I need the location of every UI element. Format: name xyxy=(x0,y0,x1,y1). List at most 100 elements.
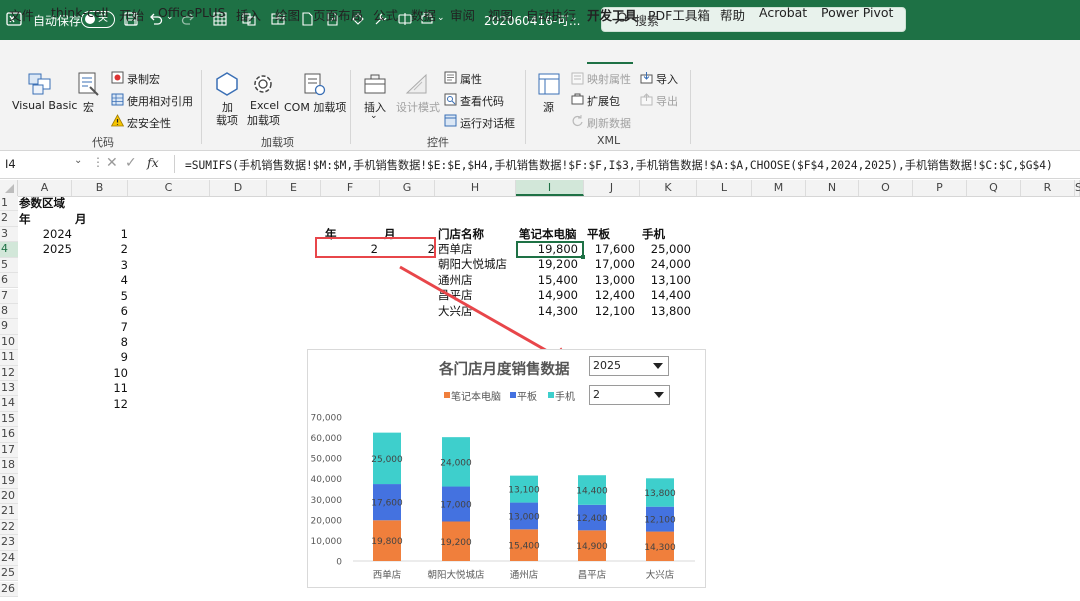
sales-value-cell[interactable]: 24,000 xyxy=(631,257,691,272)
param-month-cell[interactable]: 8 xyxy=(74,335,128,350)
menu-formulas[interactable]: 公式 xyxy=(373,5,398,24)
menu-help[interactable]: 帮助 xyxy=(720,5,745,24)
row-header-13[interactable]: 13 xyxy=(0,381,18,397)
addins-icon[interactable] xyxy=(214,71,240,97)
param-month-cell[interactable]: 5 xyxy=(74,289,128,304)
insert-function-icon[interactable]: fx xyxy=(147,155,159,170)
import-button[interactable]: 导入 xyxy=(656,71,678,87)
excel-addins-button-line2[interactable]: 加载项 xyxy=(247,112,280,128)
menu-developer[interactable]: 开发工具 xyxy=(587,5,637,24)
com-addins-button[interactable]: COM 加载项 xyxy=(284,99,346,115)
menu-home[interactable]: 开始 xyxy=(119,5,144,24)
row-header-5[interactable]: 5 xyxy=(0,257,18,274)
select-all-corner[interactable] xyxy=(0,180,18,196)
column-header-A[interactable]: A xyxy=(18,180,72,196)
column-header-N[interactable]: N xyxy=(806,180,859,196)
excel-addins-button-line1[interactable]: Excel xyxy=(250,99,279,112)
row-header-11[interactable]: 11 xyxy=(0,350,18,366)
row-header-7[interactable]: 7 xyxy=(0,288,18,304)
column-header-O[interactable]: O xyxy=(859,180,913,196)
menu-power-pivot[interactable]: Power Pivot xyxy=(821,5,893,20)
toolbox-icon[interactable] xyxy=(362,72,388,96)
insert-dropdown-icon[interactable]: ⌄ xyxy=(370,111,378,121)
menu-automate[interactable]: 自动执行 xyxy=(526,5,576,24)
menu-review[interactable]: 审阅 xyxy=(450,5,475,24)
param-month-cell[interactable]: 11 xyxy=(74,381,128,396)
column-header-L[interactable]: L xyxy=(697,180,752,196)
column-header-C[interactable]: C xyxy=(128,180,210,196)
param-month-cell[interactable]: 4 xyxy=(74,273,128,288)
record-macro-icon[interactable] xyxy=(111,71,124,84)
param-year-cell[interactable]: 2024 xyxy=(20,227,72,242)
store-name-cell[interactable]: 西单店 xyxy=(438,242,473,257)
param-month-cell[interactable]: 3 xyxy=(74,258,128,273)
column-header-B[interactable]: B xyxy=(72,180,128,196)
menu-file[interactable]: 文件 xyxy=(9,5,34,24)
param-month-cell[interactable]: 7 xyxy=(74,320,128,335)
run-dialog-button[interactable]: 运行对话框 xyxy=(460,115,515,131)
import-icon[interactable] xyxy=(640,71,653,84)
menu-view[interactable]: 视图 xyxy=(488,5,513,24)
gear-icon[interactable] xyxy=(250,71,276,97)
macros-button[interactable]: 宏 xyxy=(83,99,94,115)
month-dropdown[interactable]: 2 xyxy=(589,385,670,405)
row-header-12[interactable]: 12 xyxy=(0,365,18,381)
param-month-cell[interactable]: 9 xyxy=(74,350,128,365)
param-year-cell[interactable]: 2025 xyxy=(20,242,72,257)
expansion-packs-button[interactable]: 扩展包 xyxy=(587,93,620,109)
record-macro-button[interactable]: 录制宏 xyxy=(127,71,160,87)
column-header-M[interactable]: M xyxy=(752,180,806,196)
column-header-D[interactable]: D xyxy=(210,180,267,196)
row-header-21[interactable]: 21 xyxy=(0,504,18,520)
column-header-G[interactable]: G xyxy=(380,180,435,196)
param-month-cell[interactable]: 10 xyxy=(74,366,128,381)
row-header-23[interactable]: 23 xyxy=(0,535,18,551)
column-header-S[interactable]: S xyxy=(1075,180,1080,196)
param-month-cell[interactable]: 2 xyxy=(74,242,128,257)
menu-insert[interactable]: 插入 xyxy=(236,5,261,24)
column-header-F[interactable]: F xyxy=(321,180,380,196)
row-header-2[interactable]: 2 xyxy=(0,211,18,227)
run-dialog-icon[interactable] xyxy=(444,114,457,127)
macros-icon[interactable] xyxy=(76,70,102,98)
row-header-1[interactable]: 1 xyxy=(0,196,18,212)
column-header-Q[interactable]: Q xyxy=(967,180,1021,196)
year-dropdown[interactable]: 2025 xyxy=(589,356,669,376)
visual-basic-icon[interactable] xyxy=(25,70,55,98)
formula-bar-menu-icon[interactable]: ⋮ xyxy=(92,155,104,169)
view-code-button[interactable]: 查看代码 xyxy=(460,93,504,109)
menu-page-layout[interactable]: 页面布局 xyxy=(313,5,363,24)
relative-reference-button[interactable]: 使用相对引用 xyxy=(127,93,193,109)
active-cell-border[interactable] xyxy=(516,241,584,258)
name-box-dropdown-icon[interactable]: ⌄ xyxy=(74,155,82,166)
column-header-J[interactable]: J xyxy=(584,180,640,196)
param-month-cell[interactable]: 12 xyxy=(74,397,128,412)
row-header-25[interactable]: 25 xyxy=(0,566,18,582)
row-header-19[interactable]: 19 xyxy=(0,473,18,489)
formula-input[interactable]: =SUMIFS(手机销售数据!$M:$M,手机销售数据!$E:$E,$H4,手机… xyxy=(185,157,1053,173)
menu-data[interactable]: 数据 xyxy=(411,5,436,24)
fill-handle[interactable] xyxy=(581,255,585,259)
row-header-22[interactable]: 22 xyxy=(0,519,18,536)
addins-button-line2[interactable]: 载项 xyxy=(216,112,238,128)
column-header-P[interactable]: P xyxy=(913,180,967,196)
row-header-24[interactable]: 24 xyxy=(0,550,18,567)
column-header-R[interactable]: R xyxy=(1021,180,1075,196)
xml-source-icon[interactable] xyxy=(537,71,561,97)
warning-icon[interactable] xyxy=(110,114,125,127)
column-header-K[interactable]: K xyxy=(640,180,697,196)
column-header-E[interactable]: E xyxy=(267,180,321,196)
row-header-16[interactable]: 16 xyxy=(0,427,18,443)
menu-acrobat[interactable]: Acrobat xyxy=(759,5,807,20)
properties-icon[interactable] xyxy=(444,71,457,84)
cancel-icon[interactable]: ✕ xyxy=(106,155,118,171)
com-addins-icon[interactable] xyxy=(301,71,327,97)
row-header-17[interactable]: 17 xyxy=(0,442,18,459)
sales-value-cell[interactable]: 13,800 xyxy=(631,304,691,319)
row-header-14[interactable]: 14 xyxy=(0,396,18,412)
xml-source-button[interactable]: 源 xyxy=(543,99,554,115)
row-header-20[interactable]: 20 xyxy=(0,488,18,505)
sales-value-cell[interactable]: 13,100 xyxy=(631,273,691,288)
row-header-15[interactable]: 15 xyxy=(0,411,18,428)
row-header-10[interactable]: 10 xyxy=(0,334,18,351)
